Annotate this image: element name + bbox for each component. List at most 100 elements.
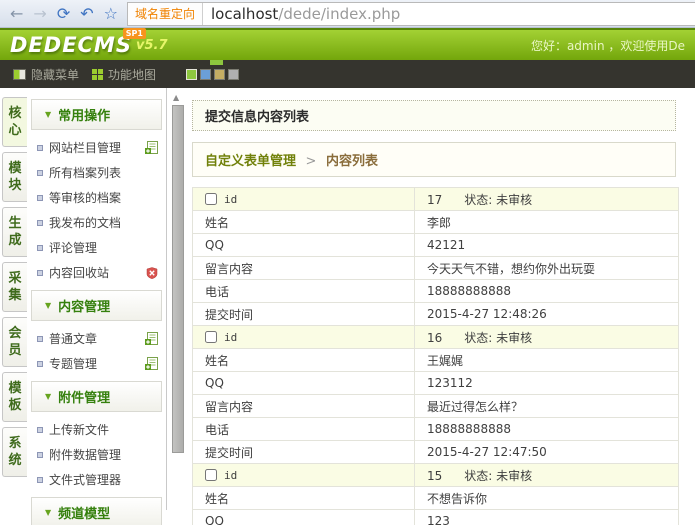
sidebar-item-label: 我发布的文档 — [49, 214, 121, 231]
version-label: v5.7 — [136, 38, 168, 53]
sidebar-item-label: 所有档案列表 — [49, 164, 121, 181]
forward-icon[interactable]: → — [33, 6, 46, 22]
page-title: 提交信息内容列表 — [192, 100, 676, 131]
bullet-icon — [37, 170, 43, 176]
sidebar-item-special-topics[interactable]: 专题管理 — [27, 351, 166, 376]
skin-green-swatch[interactable] — [186, 69, 197, 80]
breadcrumb: 自定义表单管理 > 内容列表 — [192, 142, 676, 177]
skin-blue-swatch[interactable] — [200, 69, 211, 80]
doc-add-icon[interactable] — [145, 141, 158, 154]
skin-tan-swatch[interactable] — [214, 69, 225, 80]
row-select-checkbox[interactable] — [205, 331, 217, 343]
chevron-down-icon: ▼ — [45, 301, 51, 310]
logo-text: DEDECMS — [10, 35, 132, 56]
tab-templates[interactable]: 模板 — [2, 372, 27, 422]
chevron-down-icon: ▼ — [45, 110, 51, 119]
tab-collect[interactable]: 采集 — [2, 262, 27, 312]
field-value: 42121 — [415, 234, 679, 257]
field-value: 123112 — [415, 372, 679, 395]
section-common-operations[interactable]: ▼ 常用操作 — [31, 99, 162, 130]
sidebar-item-upload-file[interactable]: 上传新文件 — [27, 417, 166, 442]
field-label: 留言内容 — [193, 395, 415, 418]
sidebar-item-label: 附件数据管理 — [49, 446, 121, 463]
main-content: 提交信息内容列表 自定义表单管理 > 内容列表 id 17状态: 未审核 姓名 … — [190, 88, 695, 510]
id-label: id — [224, 331, 237, 344]
field-label: 姓名 — [193, 487, 415, 510]
section-content-management[interactable]: ▼ 内容管理 — [31, 290, 162, 321]
field-value: 今天天气不错，想约你外出玩耍 — [415, 257, 679, 280]
sidebar-item-site-columns[interactable]: 网站栏目管理 — [27, 135, 166, 160]
record-header-row: id 17状态: 未审核 — [193, 188, 679, 211]
section-channel-models[interactable]: ▼ 频道模型 — [31, 497, 162, 525]
undo-icon[interactable]: ↶ — [80, 6, 93, 22]
breadcrumb-parent-link[interactable]: 自定义表单管理 — [205, 154, 296, 169]
breadcrumb-separator: > — [306, 154, 317, 169]
table-row: 电话 18888888888 — [193, 418, 679, 441]
sidebar-item-all-archives[interactable]: 所有档案列表 — [27, 160, 166, 185]
recycle-red-icon — [146, 267, 158, 279]
field-label: 提交时间 — [193, 441, 415, 464]
status-badge: 状态: 未审核 — [464, 193, 532, 207]
record-id: 16 — [427, 331, 442, 345]
table-row: 提交时间 2015-4-27 12:48:26 — [193, 303, 679, 326]
sidebar-item-recycle-bin[interactable]: 内容回收站 — [27, 260, 166, 285]
sidebar-item-file-manager[interactable]: 文件式管理器 — [27, 467, 166, 492]
sidebar-item-pending-archives[interactable]: 等审核的档案 — [27, 185, 166, 210]
tab-generate[interactable]: 生成 — [2, 207, 27, 257]
id-label: id — [224, 193, 237, 206]
sidebar-item-comments[interactable]: 评论管理 — [27, 235, 166, 260]
bullet-icon — [37, 270, 43, 276]
field-value: 18888888888 — [415, 280, 679, 303]
skin-switcher — [186, 69, 239, 80]
bullet-icon — [37, 477, 43, 483]
field-value: 2015-4-27 12:48:26 — [415, 303, 679, 326]
row-select-checkbox[interactable] — [205, 469, 217, 481]
tab-core[interactable]: 核心 — [2, 97, 27, 147]
sidebar-item-label: 等审核的档案 — [49, 189, 121, 206]
sidebar-item-label: 上传新文件 — [49, 421, 109, 438]
address-bar[interactable]: 域名重定向 localhost/dede/index.php — [127, 2, 695, 26]
scrollbar-thumb[interactable] — [172, 105, 184, 453]
sidebar-item-my-documents[interactable]: 我发布的文档 — [27, 210, 166, 235]
tab-modules[interactable]: 模块 — [2, 152, 27, 202]
tab-system[interactable]: 系统 — [2, 427, 27, 477]
field-label: 姓名 — [193, 211, 415, 234]
module-tab-strip: 核心 模块 生成 采集 会员 模板 系统 — [0, 88, 27, 510]
bookmark-star-icon[interactable]: ☆ — [104, 6, 118, 22]
chevron-down-icon: ▼ — [45, 508, 51, 517]
bullet-icon — [37, 195, 43, 201]
app-header: DEDECMS SP1 v5.7 您好：admin ，欢迎使用De — [0, 28, 695, 60]
feature-map-button[interactable]: 功能地图 — [92, 66, 156, 83]
bullet-icon — [37, 452, 43, 458]
sidebar-item-normal-articles[interactable]: 普通文章 — [27, 326, 166, 351]
field-label: QQ — [193, 372, 415, 395]
skin-gray-swatch[interactable] — [228, 69, 239, 80]
table-row: 留言内容 最近过得怎么样？ — [193, 395, 679, 418]
table-row: 留言内容 今天天气不错，想约你外出玩耍 — [193, 257, 679, 280]
hide-menu-button[interactable]: 隐藏菜单 — [13, 66, 79, 83]
url-text[interactable]: localhost/dede/index.php — [203, 5, 400, 23]
table-row: 姓名 王娓娓 — [193, 349, 679, 372]
status-badge: 状态: 未审核 — [464, 331, 532, 345]
back-icon[interactable]: ← — [10, 6, 23, 22]
feature-map-icon — [92, 69, 103, 80]
field-value: 123 — [415, 510, 679, 525]
field-label: 电话 — [193, 418, 415, 441]
section-attachment-management[interactable]: ▼ 附件管理 — [31, 381, 162, 412]
doc-add-icon[interactable] — [145, 332, 158, 345]
tab-members[interactable]: 会员 — [2, 317, 27, 367]
refresh-icon[interactable]: ⟳ — [57, 6, 70, 22]
field-label: QQ — [193, 510, 415, 525]
row-select-checkbox[interactable] — [205, 193, 217, 205]
position-notch — [210, 60, 223, 65]
sp1-badge: SP1 — [123, 28, 146, 39]
record-id: 15 — [427, 469, 442, 483]
bullet-icon — [37, 361, 43, 367]
sidebar-item-attachment-data[interactable]: 附件数据管理 — [27, 442, 166, 467]
domain-redirect-chip[interactable]: 域名重定向 — [128, 3, 203, 25]
scroll-up-icon[interactable]: ▲ — [173, 93, 179, 102]
field-value: 最近过得怎么样？ — [415, 395, 679, 418]
bullet-icon — [37, 427, 43, 433]
field-value: 2015-4-27 12:47:50 — [415, 441, 679, 464]
doc-add-icon[interactable] — [145, 357, 158, 370]
